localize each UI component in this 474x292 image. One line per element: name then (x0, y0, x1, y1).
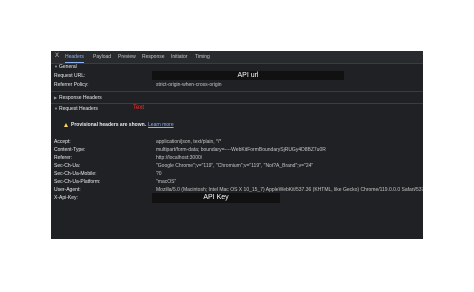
tab-timing[interactable]: Timing (195, 51, 210, 63)
header-row-accept: Accept: application/json, text/plain, */… (54, 138, 422, 146)
header-value: application/json, text/plain, */* (156, 139, 222, 145)
learn-more-link[interactable]: Learn more (148, 122, 174, 128)
header-value: "Google Chrome";v="119", "Chromium";v="1… (156, 163, 314, 169)
header-row-sec-ch-ua-mobile: Sec-Ch-Ua-Mobile: ?0 (54, 170, 422, 178)
header-value: "macOS" (156, 179, 177, 185)
referrer-policy-label: Referrer Policy: (54, 82, 89, 88)
header-name: Sec-Ch-Ua: (54, 163, 81, 169)
header-name: Sec-Ch-Ua-Mobile: (54, 171, 97, 177)
section-divider (51, 103, 423, 104)
tab-payload[interactable]: Payload (93, 51, 111, 63)
provisional-headers-warning: Provisional headers are shown. Learn more (54, 121, 419, 130)
header-name: Sec-Ch-Ua-Platform: (54, 179, 101, 185)
header-row-sec-ch-ua: Sec-Ch-Ua: "Google Chrome";v="119", "Chr… (54, 162, 422, 170)
tab-preview[interactable]: Preview (118, 51, 136, 63)
header-row-referer: Referer: http://localhost:3000/ (54, 154, 422, 162)
request-headers-section-header[interactable]: ▼Request Headers (51, 105, 423, 113)
devtools-network-panel: X Headers Payload Preview Response Initi… (51, 51, 423, 239)
referrer-policy-value: strict-origin-when-cross-origin (156, 82, 222, 88)
referrer-policy-row: Referrer Policy: strict-origin-when-cros… (54, 81, 422, 89)
close-icon[interactable]: X (55, 53, 59, 60)
tab-response[interactable]: Response (142, 51, 165, 63)
header-value: http://localhost:3000/ (156, 155, 203, 161)
request-url-redaction: API url (152, 71, 344, 80)
header-value: ?0 (156, 171, 162, 177)
tab-headers[interactable]: Headers (65, 51, 84, 63)
section-divider (51, 91, 423, 92)
warning-text: Provisional headers are shown. (71, 122, 147, 128)
header-name: X-Api-Key: (54, 195, 78, 201)
header-name: Accept: (54, 139, 71, 145)
response-headers-section-header[interactable]: ▶ Response Headers (51, 94, 423, 102)
header-name: User-Agent: (54, 187, 81, 193)
request-url-label: Request URL: (54, 73, 86, 79)
header-row-content-type: Content-Type: multipart/form-data; bound… (54, 146, 422, 154)
header-name: Referer: (54, 155, 73, 161)
warning-icon (64, 123, 68, 127)
api-key-redaction: API Key (152, 193, 280, 203)
header-value: multipart/form-data; boundary=----WebKit… (156, 147, 326, 153)
tab-initiator[interactable]: Initiator (171, 51, 187, 63)
header-row-sec-ch-ua-platform: Sec-Ch-Ua-Platform: "macOS" (54, 178, 422, 186)
text-annotation: Text (133, 105, 145, 111)
header-name: Content-Type: (54, 147, 86, 153)
general-section-header[interactable]: ▼General (51, 63, 423, 71)
